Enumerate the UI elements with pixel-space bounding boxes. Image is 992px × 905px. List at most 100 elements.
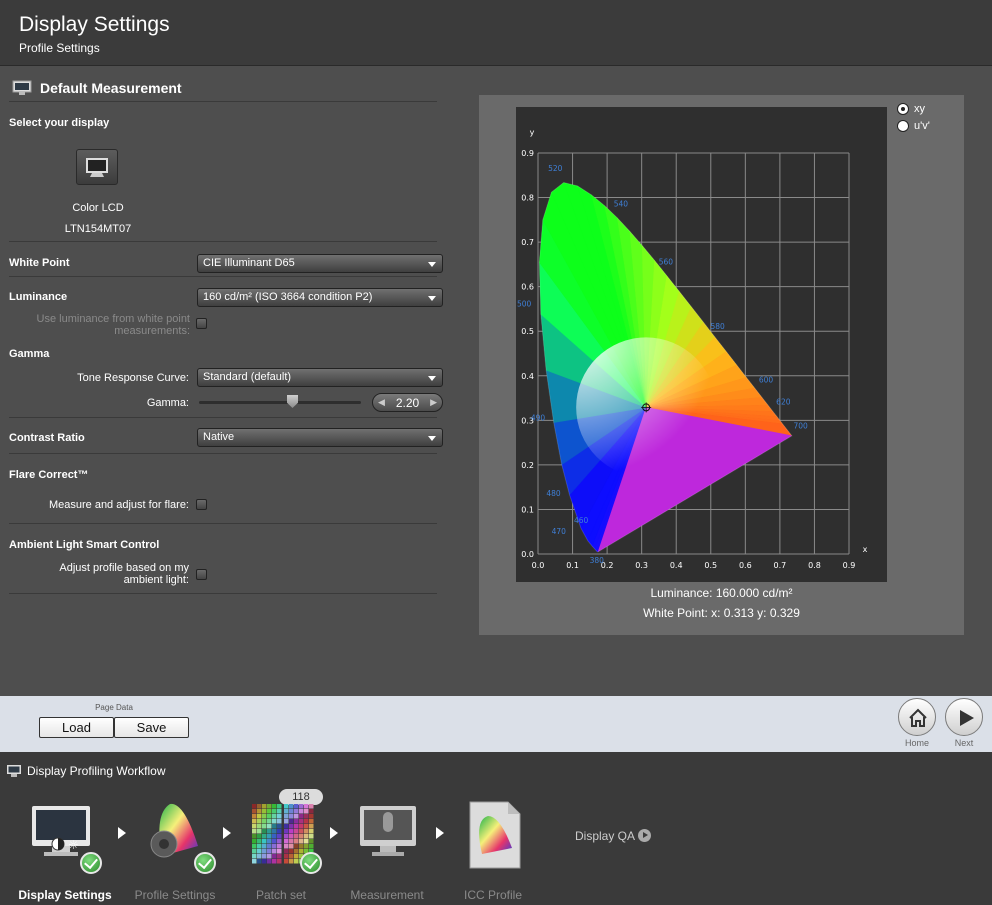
page-data-label: Page Data: [95, 703, 133, 712]
wavelength-label: 560: [659, 257, 674, 266]
chevron-down-icon: [428, 262, 436, 267]
patch-swatch: [257, 859, 262, 864]
patch-swatch: [262, 839, 267, 844]
next-button[interactable]: [945, 698, 983, 736]
load-button[interactable]: Load: [39, 717, 114, 738]
gamma-value: 2.20: [395, 396, 420, 410]
use-luminance-checkbox[interactable]: [196, 318, 207, 329]
patch-swatch: [267, 804, 272, 809]
gamma-slider[interactable]: [199, 401, 361, 404]
patch-swatch: [252, 844, 257, 849]
patch-swatch: [277, 809, 282, 814]
white-point-label: White Point: [9, 257, 70, 269]
patch-swatch: [299, 844, 304, 849]
wavelength-label: 540: [614, 199, 629, 208]
wavelength-label: 600: [759, 375, 774, 384]
tone-curve-value: Standard (default): [203, 371, 292, 383]
patch-swatch: [294, 819, 299, 824]
patch-swatch: [267, 859, 272, 864]
ambient-checkbox[interactable]: [196, 569, 207, 580]
patch-swatch: [262, 809, 267, 814]
display-qa-link[interactable]: Display QA: [575, 829, 635, 843]
wavelength-label: 700: [793, 421, 808, 430]
patch-swatch: [289, 804, 294, 809]
x-tick-label: 0.8: [808, 561, 821, 570]
patch-swatch: [257, 834, 262, 839]
patch-swatch: [309, 819, 314, 824]
white-point-dropdown[interactable]: CIE Illuminant D65: [197, 254, 443, 273]
patch-swatch: [294, 814, 299, 819]
arrow-right-circle-icon[interactable]: [638, 829, 651, 842]
patch-swatch: [289, 839, 294, 844]
wavelength-label: 500: [517, 300, 532, 309]
patch-swatch: [257, 839, 262, 844]
radio-uv-button[interactable]: [897, 120, 909, 132]
home-button[interactable]: [898, 698, 936, 736]
patch-swatch: [294, 849, 299, 854]
patch-swatch: [272, 854, 277, 859]
wavelength-label: 620: [776, 398, 791, 407]
patch-swatch: [262, 849, 267, 854]
patch-swatch: [304, 814, 309, 819]
divider: [9, 453, 437, 454]
patch-swatch: [284, 814, 289, 819]
ambient-option-label: Adjust profile based on my ambient light…: [10, 562, 189, 586]
tone-curve-label: Tone Response Curve:: [77, 372, 189, 384]
gamma-stepper[interactable]: ◀ 2.20 ▶: [372, 393, 443, 412]
patch-swatch: [252, 814, 257, 819]
patch-swatch: [309, 834, 314, 839]
white-point-caption: White Point: x: 0.313 y: 0.329: [643, 606, 800, 620]
patch-swatch: [294, 829, 299, 834]
use-luminance-line1: Use luminance from white point: [36, 313, 190, 325]
step-measurement[interactable]: [356, 800, 426, 870]
use-luminance-label: Use luminance from white point measureme…: [10, 313, 190, 337]
patch-swatch: [299, 804, 304, 809]
y-tick-label: 0.6: [521, 283, 534, 292]
contrast-dropdown[interactable]: Native: [197, 428, 443, 447]
icc-profile-icon: [469, 801, 521, 869]
save-button[interactable]: Save: [114, 717, 189, 738]
x-axis-label: x: [863, 545, 868, 554]
svg-text:☼: ☼: [68, 838, 79, 852]
luminance-label: Luminance: [9, 291, 68, 303]
patch-swatch: [309, 829, 314, 834]
tone-curve-dropdown[interactable]: Standard (default): [197, 368, 443, 387]
display-select-button[interactable]: [76, 149, 118, 185]
patch-swatch: [252, 829, 257, 834]
patch-swatch: [272, 844, 277, 849]
patch-swatch: [257, 814, 262, 819]
decrement-icon[interactable]: ◀: [378, 397, 385, 408]
patch-swatch: [267, 854, 272, 859]
x-tick-label: 0.7: [774, 561, 787, 570]
radio-xy-button[interactable]: [897, 103, 909, 115]
patch-swatch: [309, 824, 314, 829]
step-label-icc-profile[interactable]: ICC Profile: [433, 888, 553, 902]
ambient-option-line1: Adjust profile based on my: [59, 562, 189, 574]
display-model: LTN154MT07: [64, 223, 132, 235]
flare-checkbox[interactable]: [196, 499, 207, 510]
patch-swatch: [299, 814, 304, 819]
contrast-value: Native: [203, 431, 235, 443]
patch-swatch: [272, 839, 277, 844]
patch-swatch: [267, 814, 272, 819]
luminance-dropdown[interactable]: 160 cd/m² (ISO 3664 condition P2): [197, 288, 443, 307]
patch-swatch: [262, 854, 267, 859]
patch-swatch: [289, 814, 294, 819]
patch-swatch: [262, 804, 267, 809]
increment-icon[interactable]: ▶: [430, 397, 437, 408]
page-subtitle: Profile Settings: [19, 41, 100, 55]
divider: [9, 523, 437, 524]
wavelength-label: 380: [590, 556, 605, 565]
step-label-patch-set[interactable]: Patch set: [221, 888, 341, 902]
patch-swatch: [304, 839, 309, 844]
monitor-icon: [12, 80, 32, 95]
x-tick-label: 0.6: [739, 561, 752, 570]
gamma-slider-thumb[interactable]: [287, 395, 298, 408]
patch-swatch: [267, 809, 272, 814]
flare-option-label: Measure and adjust for flare:: [48, 499, 189, 511]
patch-swatch: [284, 809, 289, 814]
step-label-display-settings[interactable]: Display Settings: [5, 888, 125, 902]
step-label-profile-settings[interactable]: Profile Settings: [115, 888, 235, 902]
step-icc-profile[interactable]: [460, 800, 530, 870]
step-label-measurement[interactable]: Measurement: [327, 888, 447, 902]
